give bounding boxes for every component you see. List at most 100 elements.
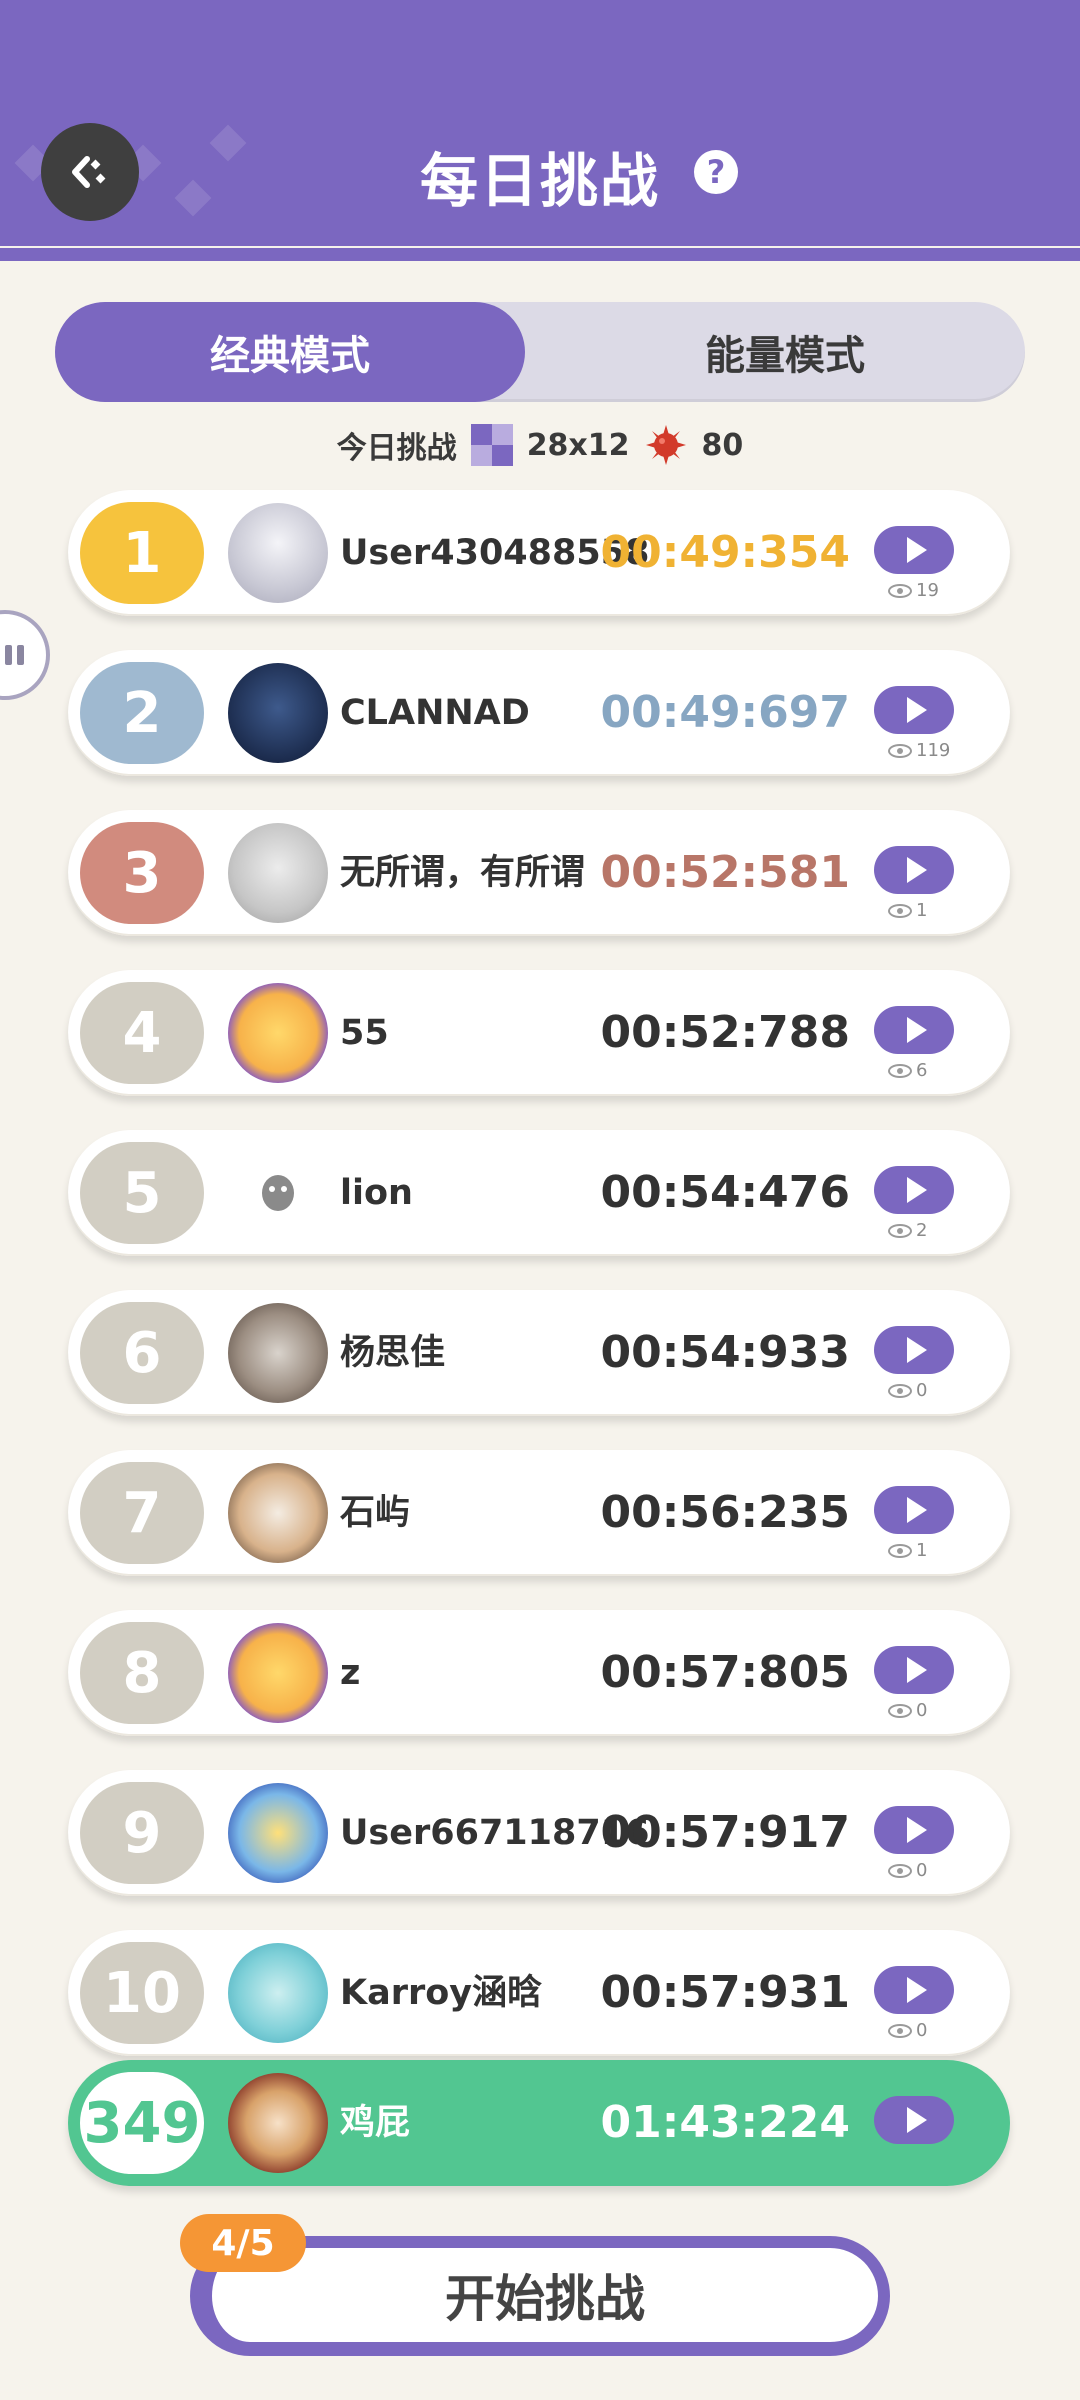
avatar bbox=[228, 1303, 328, 1403]
leaderboard-row[interactable]: 7 石屿 00:56:235 1 bbox=[68, 1450, 1010, 1576]
leaderboard-row[interactable]: 8 z 00:57:805 0 bbox=[68, 1610, 1010, 1736]
view-count: 0 bbox=[888, 1700, 927, 1721]
player-name: lion bbox=[340, 1173, 413, 1213]
player-time: 00:54:476 bbox=[600, 1167, 851, 1218]
replay-button[interactable] bbox=[874, 1646, 954, 1694]
challenge-info: 今日挑战 28x12 80 bbox=[0, 420, 1080, 470]
mine-count: 80 bbox=[701, 427, 744, 463]
view-count-value: 0 bbox=[916, 1380, 928, 1401]
play-icon bbox=[907, 1977, 927, 2003]
replay-button[interactable] bbox=[874, 1486, 954, 1534]
floating-pause-button[interactable] bbox=[0, 610, 50, 700]
view-count-value: 0 bbox=[916, 1860, 928, 1881]
play-icon bbox=[907, 1337, 927, 1363]
eye-icon bbox=[888, 1543, 912, 1558]
view-count-value: 2 bbox=[916, 1220, 928, 1241]
avatar bbox=[228, 1463, 328, 1563]
eye-icon bbox=[888, 1063, 912, 1078]
eye-icon bbox=[888, 1863, 912, 1878]
rank-badge: 4 bbox=[80, 982, 204, 1084]
leaderboard-row[interactable]: 9 User667118716 00:57:917 0 bbox=[68, 1770, 1010, 1896]
player-name: 石屿 bbox=[340, 1493, 411, 1533]
rank-badge: 5 bbox=[80, 1142, 204, 1244]
play-icon bbox=[907, 1657, 927, 1683]
rank-badge: 10 bbox=[80, 1942, 204, 2044]
replay-button[interactable] bbox=[874, 1966, 954, 2014]
view-count: 6 bbox=[888, 1060, 927, 1081]
view-count-value: 19 bbox=[916, 580, 939, 601]
replay-button[interactable] bbox=[874, 1166, 954, 1214]
rank-badge: 2 bbox=[80, 662, 204, 764]
tab-classic-mode[interactable]: 经典模式 bbox=[55, 302, 525, 402]
play-icon bbox=[907, 1497, 927, 1523]
rank-badge: 7 bbox=[80, 1462, 204, 1564]
mine-icon bbox=[645, 425, 686, 465]
replay-button[interactable] bbox=[874, 1806, 954, 1854]
attempts-badge: 4/5 bbox=[180, 2214, 306, 2272]
header-underline bbox=[0, 248, 1080, 261]
view-count: 1 bbox=[888, 900, 927, 921]
my-replay-button[interactable] bbox=[874, 2096, 954, 2144]
player-time: 00:57:931 bbox=[600, 1967, 851, 2018]
eye-icon bbox=[888, 743, 912, 758]
player-name: 无所谓，有所谓 bbox=[340, 853, 586, 893]
eye-icon bbox=[888, 1383, 912, 1398]
player-time: 00:57:917 bbox=[600, 1807, 851, 1858]
my-time: 01:43:224 bbox=[600, 2097, 851, 2148]
view-count-value: 119 bbox=[916, 740, 951, 761]
replay-button[interactable] bbox=[874, 1326, 954, 1374]
player-name: CLANNAD bbox=[340, 693, 530, 733]
eye-icon bbox=[888, 1703, 912, 1718]
question-circle-icon[interactable]: ? bbox=[694, 150, 738, 194]
leaderboard-row[interactable]: 4 55 00:52:788 6 bbox=[68, 970, 1010, 1096]
player-time: 00:52:581 bbox=[600, 847, 851, 898]
board-size: 28x12 bbox=[526, 427, 630, 463]
player-time: 00:54:933 bbox=[600, 1327, 851, 1378]
view-count-value: 0 bbox=[916, 1700, 928, 1721]
my-name: 鸡屁 bbox=[340, 2103, 411, 2143]
leaderboard-row[interactable]: 2 CLANNAD 00:49:697 119 bbox=[68, 650, 1010, 776]
eye-icon bbox=[888, 2023, 912, 2038]
replay-button[interactable] bbox=[874, 1006, 954, 1054]
play-icon bbox=[907, 1017, 927, 1043]
play-icon bbox=[907, 697, 927, 723]
play-icon bbox=[907, 857, 927, 883]
player-time: 00:49:697 bbox=[600, 687, 851, 738]
avatar bbox=[228, 983, 328, 1083]
view-count: 19 bbox=[888, 580, 939, 601]
rank-badge: 1 bbox=[80, 502, 204, 604]
avatar bbox=[228, 1943, 328, 2043]
tab-energy-mode[interactable]: 能量模式 bbox=[545, 302, 1025, 402]
rank-badge: 6 bbox=[80, 1302, 204, 1404]
avatar bbox=[228, 663, 328, 763]
play-icon bbox=[907, 2107, 927, 2133]
view-count: 119 bbox=[888, 740, 950, 761]
play-icon bbox=[907, 1817, 927, 1843]
player-time: 00:57:805 bbox=[600, 1647, 851, 1698]
mode-tabs: 经典模式 能量模式 bbox=[55, 302, 1025, 402]
lion-icon bbox=[262, 1175, 294, 1211]
leaderboard-row[interactable]: 1 User430488558 00:49:354 19 bbox=[68, 490, 1010, 616]
avatar bbox=[228, 1783, 328, 1883]
leaderboard-row[interactable]: 10 Karroy涵晗 00:57:931 0 bbox=[68, 1930, 1010, 2056]
view-count-value: 6 bbox=[916, 1060, 928, 1081]
avatar bbox=[228, 1623, 328, 1723]
leaderboard-row[interactable]: 5 lion 00:54:476 2 bbox=[68, 1130, 1010, 1256]
eye-icon bbox=[888, 583, 912, 598]
player-time: 00:49:354 bbox=[600, 527, 851, 578]
avatar bbox=[228, 503, 328, 603]
play-icon bbox=[907, 1177, 927, 1203]
replay-button[interactable] bbox=[874, 846, 954, 894]
view-count: 0 bbox=[888, 2020, 927, 2041]
player-name: Karroy涵晗 bbox=[340, 1973, 543, 2013]
view-count: 0 bbox=[888, 1380, 927, 1401]
leaderboard-row[interactable]: 6 杨思佳 00:54:933 0 bbox=[68, 1290, 1010, 1416]
eye-icon bbox=[888, 903, 912, 918]
play-icon bbox=[907, 537, 927, 563]
replay-button[interactable] bbox=[874, 526, 954, 574]
my-rank-row[interactable]: 349 鸡屁 01:43:224 bbox=[68, 2060, 1010, 2186]
leaderboard-row[interactable]: 3 无所谓，有所谓 00:52:581 1 bbox=[68, 810, 1010, 936]
view-count: 2 bbox=[888, 1220, 927, 1241]
page-title: 每日挑战 bbox=[419, 147, 660, 215]
replay-button[interactable] bbox=[874, 686, 954, 734]
